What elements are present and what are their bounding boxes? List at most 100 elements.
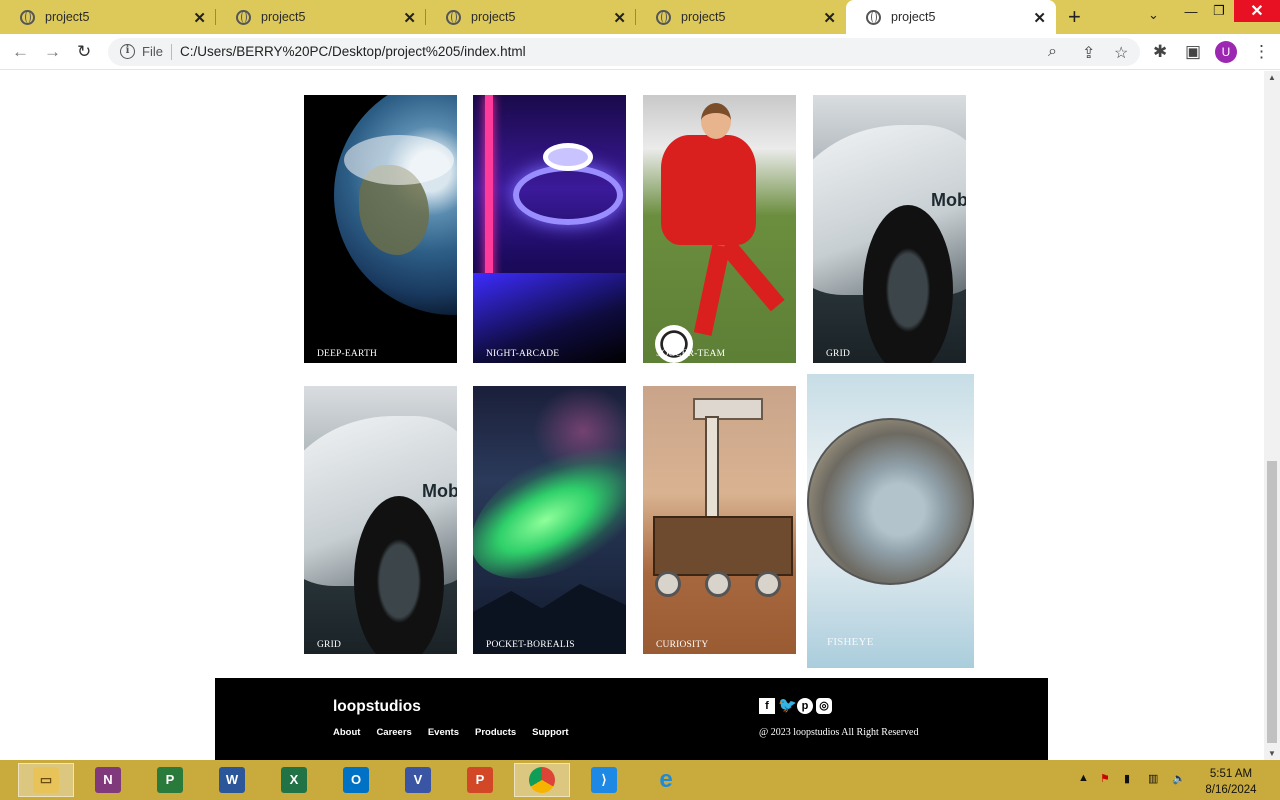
powerpoint-icon[interactable]: P xyxy=(452,763,508,797)
action-center-icon[interactable]: ⚑ xyxy=(1100,772,1110,785)
menu-kebab-icon[interactable]: ⋮ xyxy=(1253,42,1270,62)
rover-wheel xyxy=(755,571,781,597)
scroll-thumb[interactable] xyxy=(1267,461,1277,743)
close-tab-icon[interactable]: ✕ xyxy=(1033,9,1046,27)
clock-date: 8/16/2024 xyxy=(1205,784,1257,796)
zoom-icon[interactable]: ⌕ xyxy=(1048,43,1057,61)
pinterest-icon[interactable]: p xyxy=(797,698,813,714)
tab-title: project5 xyxy=(891,10,936,24)
forward-arrow-icon[interactable]: → xyxy=(44,42,61,62)
rover-deck xyxy=(653,516,793,576)
globe-icon xyxy=(446,9,461,25)
instagram-icon[interactable]: ◎ xyxy=(816,698,832,714)
close-tab-icon[interactable]: ✕ xyxy=(613,9,626,27)
gallery-card-fisheye[interactable]: FISHEYE xyxy=(807,374,974,668)
gallery-card-curiosity[interactable]: CURIOSITY xyxy=(643,386,796,654)
browser-tab[interactable]: project5 ✕ xyxy=(426,0,636,34)
globe-icon xyxy=(20,9,35,25)
back-arrow-icon[interactable]: ← xyxy=(12,42,29,62)
browser-tab-active[interactable]: project5 ✕ xyxy=(846,0,1056,34)
tab-title: project5 xyxy=(45,10,90,24)
player-leg xyxy=(693,244,731,336)
social-links: f 🐦 p ◎ xyxy=(759,698,832,714)
car-wheel xyxy=(354,496,444,654)
card-caption: GRID xyxy=(317,640,342,650)
footer-link-careers[interactable]: Careers xyxy=(376,727,411,738)
tab-title: project5 xyxy=(681,10,726,24)
player-body xyxy=(661,135,756,245)
cloud-shape xyxy=(344,135,454,185)
page-scrollbar[interactable]: ▲ ▼ xyxy=(1264,71,1280,760)
gallery-card-grid[interactable]: Mob GRID xyxy=(304,386,457,654)
tray-overflow-icon[interactable]: ▲ xyxy=(1078,772,1089,784)
minimize-icon[interactable]: — xyxy=(1176,0,1206,22)
network-icon[interactable]: ▥ xyxy=(1148,772,1158,785)
footer-link-events[interactable]: Events xyxy=(428,727,459,738)
scheme-label: File xyxy=(142,44,163,59)
footer-nav: About Careers Events Products Support xyxy=(333,727,569,738)
browser-tab[interactable]: project5 ✕ xyxy=(216,0,426,34)
close-tab-icon[interactable]: ✕ xyxy=(193,9,206,27)
word-icon[interactable]: W xyxy=(204,763,260,797)
footer-link-products[interactable]: Products xyxy=(475,727,516,738)
rover-wheel xyxy=(655,571,681,597)
scroll-down-arrow-icon[interactable]: ▼ xyxy=(1268,749,1276,758)
clock-time: 5:51 AM xyxy=(1209,768,1253,780)
gallery-card-night-arcade[interactable]: NIGHT-ARCADE xyxy=(473,95,626,363)
card-caption: GRID xyxy=(826,349,851,359)
car-wheel xyxy=(863,205,953,363)
copyright-text: @ 2023 loopstudios All Right Reserved xyxy=(759,727,919,738)
rover-mast xyxy=(693,398,763,420)
project-icon[interactable]: P xyxy=(142,763,198,797)
internet-explorer-icon[interactable]: e xyxy=(638,763,694,797)
close-tab-icon[interactable]: ✕ xyxy=(403,9,416,27)
side-panel-icon[interactable]: ▣ xyxy=(1185,42,1201,62)
twitter-icon[interactable]: 🐦 xyxy=(778,698,797,714)
system-clock[interactable]: 5:51 AM 8/16/2024 xyxy=(1196,766,1266,798)
profile-avatar[interactable]: U xyxy=(1215,41,1237,63)
scroll-up-arrow-icon[interactable]: ▲ xyxy=(1268,73,1276,82)
gallery-card-pocket-borealis[interactable]: POCKET-BOREALIS xyxy=(473,386,626,654)
extensions-icon[interactable]: ✱ xyxy=(1153,42,1167,62)
file-explorer-icon[interactable]: ▭ xyxy=(18,763,74,797)
chrome-icon[interactable] xyxy=(514,763,570,797)
card-caption: NIGHT-ARCADE xyxy=(486,349,560,359)
footer-link-support[interactable]: Support xyxy=(532,727,568,738)
chevron-down-icon[interactable]: ⌄ xyxy=(1148,7,1159,23)
address-bar[interactable]: i File C:/Users/BERRY%20PC/Desktop/proje… xyxy=(108,38,1140,66)
new-tab-icon[interactable]: + xyxy=(1068,4,1081,30)
globe-icon xyxy=(236,9,251,25)
bookmark-star-icon[interactable]: ☆ xyxy=(1114,43,1128,63)
rover-arm xyxy=(705,416,719,526)
visio-icon[interactable]: V xyxy=(390,763,446,797)
gallery-card-soccer-team[interactable]: SOCCER-TEAM xyxy=(643,95,796,363)
battery-icon[interactable]: ▮ xyxy=(1124,772,1130,785)
tab-title: project5 xyxy=(261,10,306,24)
rover-wheel xyxy=(705,571,731,597)
gallery-card-grid[interactable]: Mob GRID xyxy=(813,95,966,363)
share-icon[interactable]: ⇪ xyxy=(1082,43,1095,63)
url-text[interactable]: C:/Users/BERRY%20PC/Desktop/project%205/… xyxy=(180,44,526,59)
footer-link-about[interactable]: About xyxy=(333,727,360,738)
close-tab-icon[interactable]: ✕ xyxy=(823,9,836,27)
volume-icon[interactable]: 🔈 xyxy=(1172,772,1186,785)
tab-title: project5 xyxy=(471,10,516,24)
onenote-icon[interactable]: N xyxy=(80,763,136,797)
footer-brand[interactable]: loopstudios xyxy=(333,698,421,716)
reload-icon[interactable]: ↻ xyxy=(77,42,91,62)
globe-icon xyxy=(656,9,671,25)
facebook-icon[interactable]: f xyxy=(759,698,775,714)
browser-tab[interactable]: project5 ✕ xyxy=(0,0,216,34)
excel-icon[interactable]: X xyxy=(266,763,322,797)
window-close-icon[interactable]: ✕ xyxy=(1234,0,1280,22)
car-decal: Mob xyxy=(422,481,457,501)
vscode-icon[interactable]: ⟩ xyxy=(576,763,632,797)
info-icon[interactable]: i xyxy=(120,44,135,59)
site-footer: loopstudios About Careers Events Product… xyxy=(215,678,1048,760)
restore-icon[interactable]: ❐ xyxy=(1204,0,1234,22)
card-caption: POCKET-BOREALIS xyxy=(486,640,575,650)
outlook-icon[interactable]: O xyxy=(328,763,384,797)
browser-tab[interactable]: project5 ✕ xyxy=(636,0,846,34)
page-viewport: DEEP-EARTH NIGHT-ARCADE SOCCER-TEAM Mob … xyxy=(0,71,1264,760)
gallery-card-deep-earth[interactable]: DEEP-EARTH xyxy=(304,95,457,363)
